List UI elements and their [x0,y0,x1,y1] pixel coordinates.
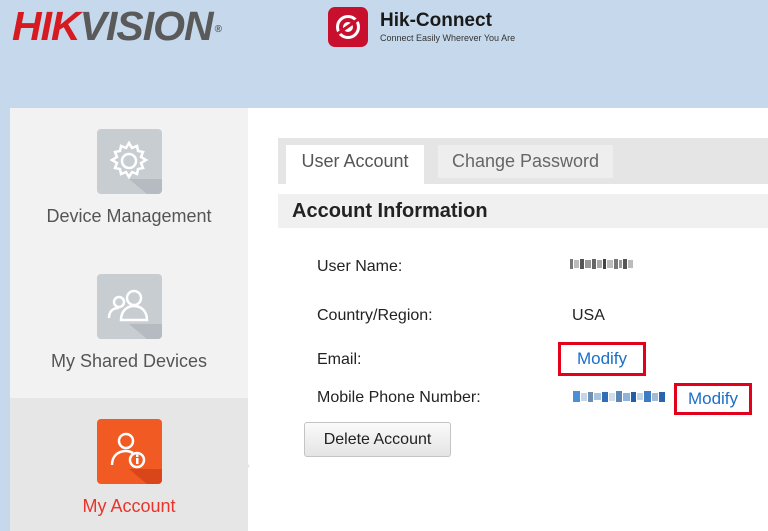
app-name: Hik-Connect [380,10,492,31]
tab-change-password[interactable]: Change Password [438,145,613,178]
delete-account-button[interactable]: Delete Account [304,422,451,457]
email-label: Email: [317,351,362,368]
phone-modify-text[interactable]: Modify [688,389,738,408]
country-value: USA [572,307,605,324]
gear-icon [96,129,162,194]
sidebar-item-label: Device Management [46,206,212,226]
sidebar-item-device-management[interactable]: Device Management [10,129,248,249]
username-label: User Name: [317,258,403,275]
brand-red-text: HIK [12,3,81,49]
main-panel: Device Management My Shared Devices My A… [10,108,768,531]
country-label: Country/Region: [317,307,433,324]
phone-value-redacted [573,391,665,402]
email-modify-link[interactable]: Modify [558,342,646,376]
active-pointer [238,454,250,478]
user-info-icon [96,419,162,484]
tab-user-account[interactable]: User Account [286,145,424,184]
sidebar-item-label: My Account [82,496,176,516]
username-value-redacted [570,259,633,269]
tabs-bar: User Account Change Password [278,138,768,184]
registered-mark: ® [214,24,222,35]
email-modify-text[interactable]: Modify [577,349,627,368]
sidebar-item-label: My Shared Devices [50,351,208,371]
phone-label: Mobile Phone Number: [317,389,481,406]
section-title: Account Information [278,194,768,228]
brand-gray-text: VISION [79,3,214,49]
users-icon [96,274,162,339]
hikvision-logo: HIKVISION ® [12,3,222,49]
phone-modify-link[interactable]: Modify [674,383,752,415]
sidebar: Device Management My Shared Devices My A… [10,108,250,531]
app-tagline: Connect Easily Wherever You Are [380,33,516,43]
hik-connect-logo-icon [328,7,368,47]
sidebar-item-my-shared-devices[interactable]: My Shared Devices [10,274,248,394]
sidebar-item-my-account[interactable]: My Account [10,398,248,531]
